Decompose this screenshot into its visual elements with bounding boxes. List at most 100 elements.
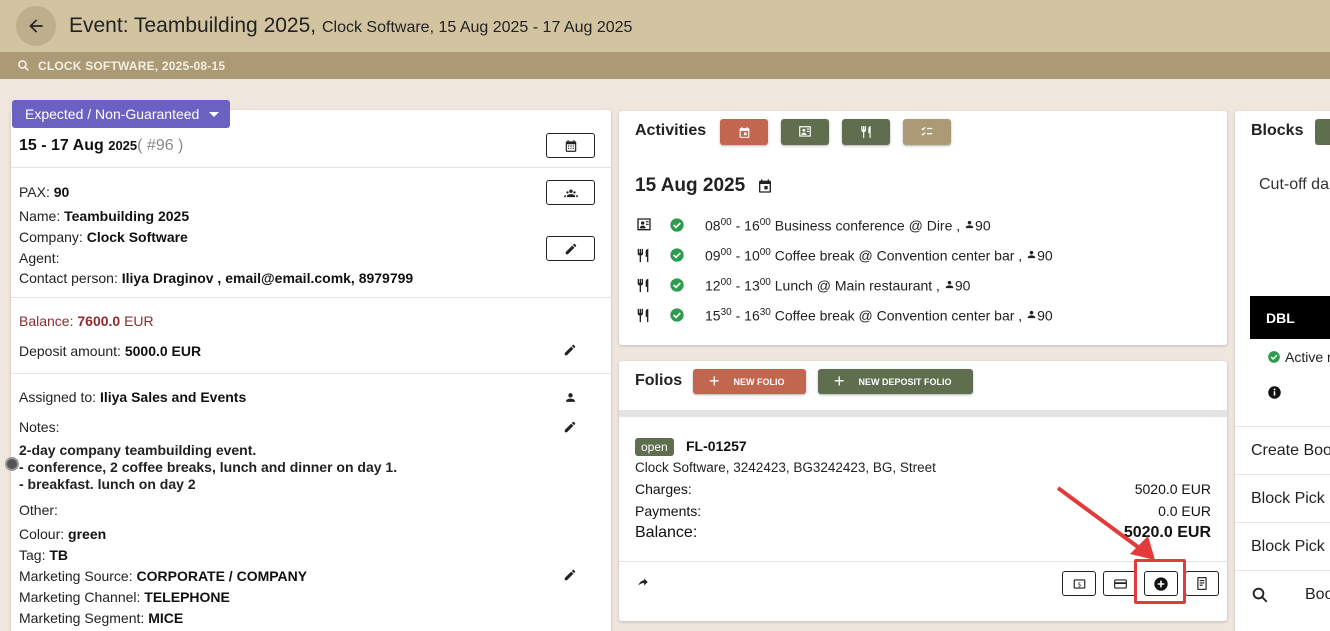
blocks-title: Blocks — [1251, 122, 1304, 139]
calendar-filter-button[interactable] — [720, 119, 768, 145]
block-pickup-label: Block Pick — [1251, 537, 1325, 555]
agent-line: Agent: — [19, 250, 59, 266]
marketing-channel-line: Marketing Channel: TELEPHONE — [19, 589, 230, 605]
pax-value: 90 — [53, 184, 70, 200]
start-hour: 09 — [705, 247, 721, 264]
activity-text: 1530 - 1630 Coffee break @ Convention ce… — [705, 306, 1053, 324]
edit-other-icon[interactable] — [563, 568, 577, 582]
tasks-filter-button[interactable] — [903, 119, 951, 145]
blocks-action-button[interactable] — [1315, 119, 1330, 145]
new-deposit-folio-button[interactable]: + NEW DEPOSIT FOLIO — [818, 369, 973, 394]
share-icon[interactable] — [635, 575, 651, 592]
edit-notes-icon[interactable] — [563, 420, 577, 434]
block-pickup-item[interactable]: Block Pick — [1235, 474, 1330, 522]
person-icon — [945, 281, 953, 289]
info-icon[interactable] — [1267, 385, 1282, 403]
assigned-value: Iliya Sales and Events — [99, 389, 247, 405]
caret-down-icon — [209, 111, 220, 117]
new-folio-button[interactable]: + NEW FOLIO — [693, 369, 806, 394]
cutoff-label: Cut-off da — [1259, 176, 1329, 193]
marketing-channel-value: TELEPHONE — [144, 589, 230, 605]
food-filter-button[interactable] — [842, 119, 890, 145]
activity-row[interactable]: 0900 - 1000 Coffee break @ Convention ce… — [635, 245, 1053, 265]
activity-text: 0800 - 1600 Business conference @ Dire ,… — [705, 216, 991, 234]
search-icon — [17, 59, 30, 72]
dollar-bill-icon: $ — [1073, 578, 1085, 589]
edit-event-button[interactable] — [546, 236, 595, 261]
start-minute: 30 — [720, 306, 732, 318]
start-hour: 15 — [705, 307, 721, 324]
room-type-cell: DBL — [1250, 296, 1330, 339]
plus-icon: + — [834, 371, 845, 391]
folio-number[interactable]: FL-01257 — [686, 438, 747, 454]
end-minute: 00 — [759, 276, 771, 288]
invoice-button[interactable] — [1185, 571, 1219, 596]
tag-value: TB — [49, 547, 69, 563]
person-icon[interactable] — [564, 391, 577, 404]
booking-search-item[interactable]: Boo — [1235, 570, 1330, 618]
receipt-icon — [1197, 577, 1207, 590]
company-value: Clock Software — [86, 229, 188, 245]
calendar-button[interactable] — [546, 133, 595, 158]
colour-label: Colour: — [19, 526, 65, 542]
colour-line: Colour: green — [19, 526, 106, 542]
activities-date-text: 15 Aug 2025 — [635, 175, 746, 196]
cutlery-icon — [635, 307, 657, 324]
payments-label: Payments: — [635, 503, 702, 519]
booking-search-label: Boo — [1305, 585, 1330, 603]
activity-row[interactable]: 1200 - 1300 Lunch @ Main restaurant , 90 — [635, 275, 970, 295]
marketing-segment-label: Marketing Segment: — [19, 610, 145, 626]
folio-status-badge: open — [635, 438, 674, 456]
search-bar[interactable]: CLOCK SOFTWARE, 2025-08-15 — [0, 52, 1330, 79]
presentation-filter-button[interactable] — [781, 119, 829, 145]
pencil-icon — [565, 243, 576, 254]
check-circle-icon — [669, 247, 691, 263]
check-circle-icon — [1268, 351, 1280, 363]
folio-balance-label: Balance: — [635, 524, 698, 541]
block-pickup-item[interactable]: Block Pick — [1235, 522, 1330, 570]
balance-line: Balance: 7600.0 EUR — [19, 313, 154, 329]
presentation-icon — [799, 126, 811, 137]
event-number: ( #96 ) — [137, 137, 184, 154]
cutlery-icon — [861, 126, 871, 138]
drag-handle[interactable] — [5, 457, 19, 471]
back-button[interactable] — [16, 6, 56, 46]
activity-row[interactable]: 1530 - 1630 Coffee break @ Convention ce… — [635, 305, 1053, 325]
activity-text: 1200 - 1300 Lunch @ Main restaurant , 90 — [705, 276, 971, 294]
activities-card: Activities 15 Aug 2025 0800 - 1600 Busin… — [619, 111, 1227, 345]
name-label: Name: — [19, 208, 61, 224]
charge-button[interactable]: $ — [1062, 571, 1096, 596]
marketing-segment-line: Marketing Segment: MICE — [19, 610, 183, 626]
event-title: Event: Teambuilding 2025, — [69, 14, 317, 37]
status-dropdown[interactable]: Expected / Non-Guaranteed — [12, 100, 230, 128]
end-minute: 00 — [759, 246, 771, 258]
notes-line-3: - breakfast. lunch on day 2 — [19, 476, 196, 492]
marketing-channel-label: Marketing Channel: — [19, 589, 141, 605]
dates-main: 15 - 17 Aug — [19, 137, 104, 154]
calendar-icon — [759, 179, 772, 193]
event-dates: 15 - 17 Aug 2025( #96 ) — [19, 137, 183, 155]
top-bar: Event: Teambuilding 2025, Clock Software… — [0, 0, 1330, 52]
activities-date: 15 Aug 2025 — [635, 175, 773, 197]
divider — [11, 167, 611, 168]
activity-description: Coffee break @ Convention center bar , — [774, 307, 1023, 324]
pax-line: PAX: 90 — [19, 184, 69, 200]
balance-label: Balance: — [19, 313, 74, 329]
participants-button[interactable] — [546, 180, 595, 205]
person-icon — [1027, 311, 1036, 319]
activity-pax: 90 — [975, 217, 991, 234]
company-label: Company: — [19, 229, 83, 245]
edit-deposit-icon[interactable] — [563, 343, 577, 357]
notes-line-1: 2-day company teambuilding event. — [19, 442, 257, 458]
activity-row[interactable]: 0800 - 1600 Business conference @ Dire ,… — [635, 215, 991, 235]
activity-description: Business conference @ Dire , — [774, 217, 961, 234]
folio-separator — [619, 410, 1227, 417]
contact-label: Contact person: — [19, 270, 118, 286]
create-booking-item[interactable]: Create Boo — [1235, 426, 1330, 474]
search-text: CLOCK SOFTWARE, 2025-08-15 — [38, 58, 226, 73]
deposit-line: Deposit amount: 5000.0 EUR — [19, 343, 201, 359]
payment-button[interactable] — [1103, 571, 1137, 596]
marketing-source-line: Marketing Source: CORPORATE / COMPANY — [19, 568, 307, 584]
activity-text: 0900 - 1000 Coffee break @ Convention ce… — [705, 246, 1053, 264]
start-minute: 00 — [720, 246, 732, 258]
